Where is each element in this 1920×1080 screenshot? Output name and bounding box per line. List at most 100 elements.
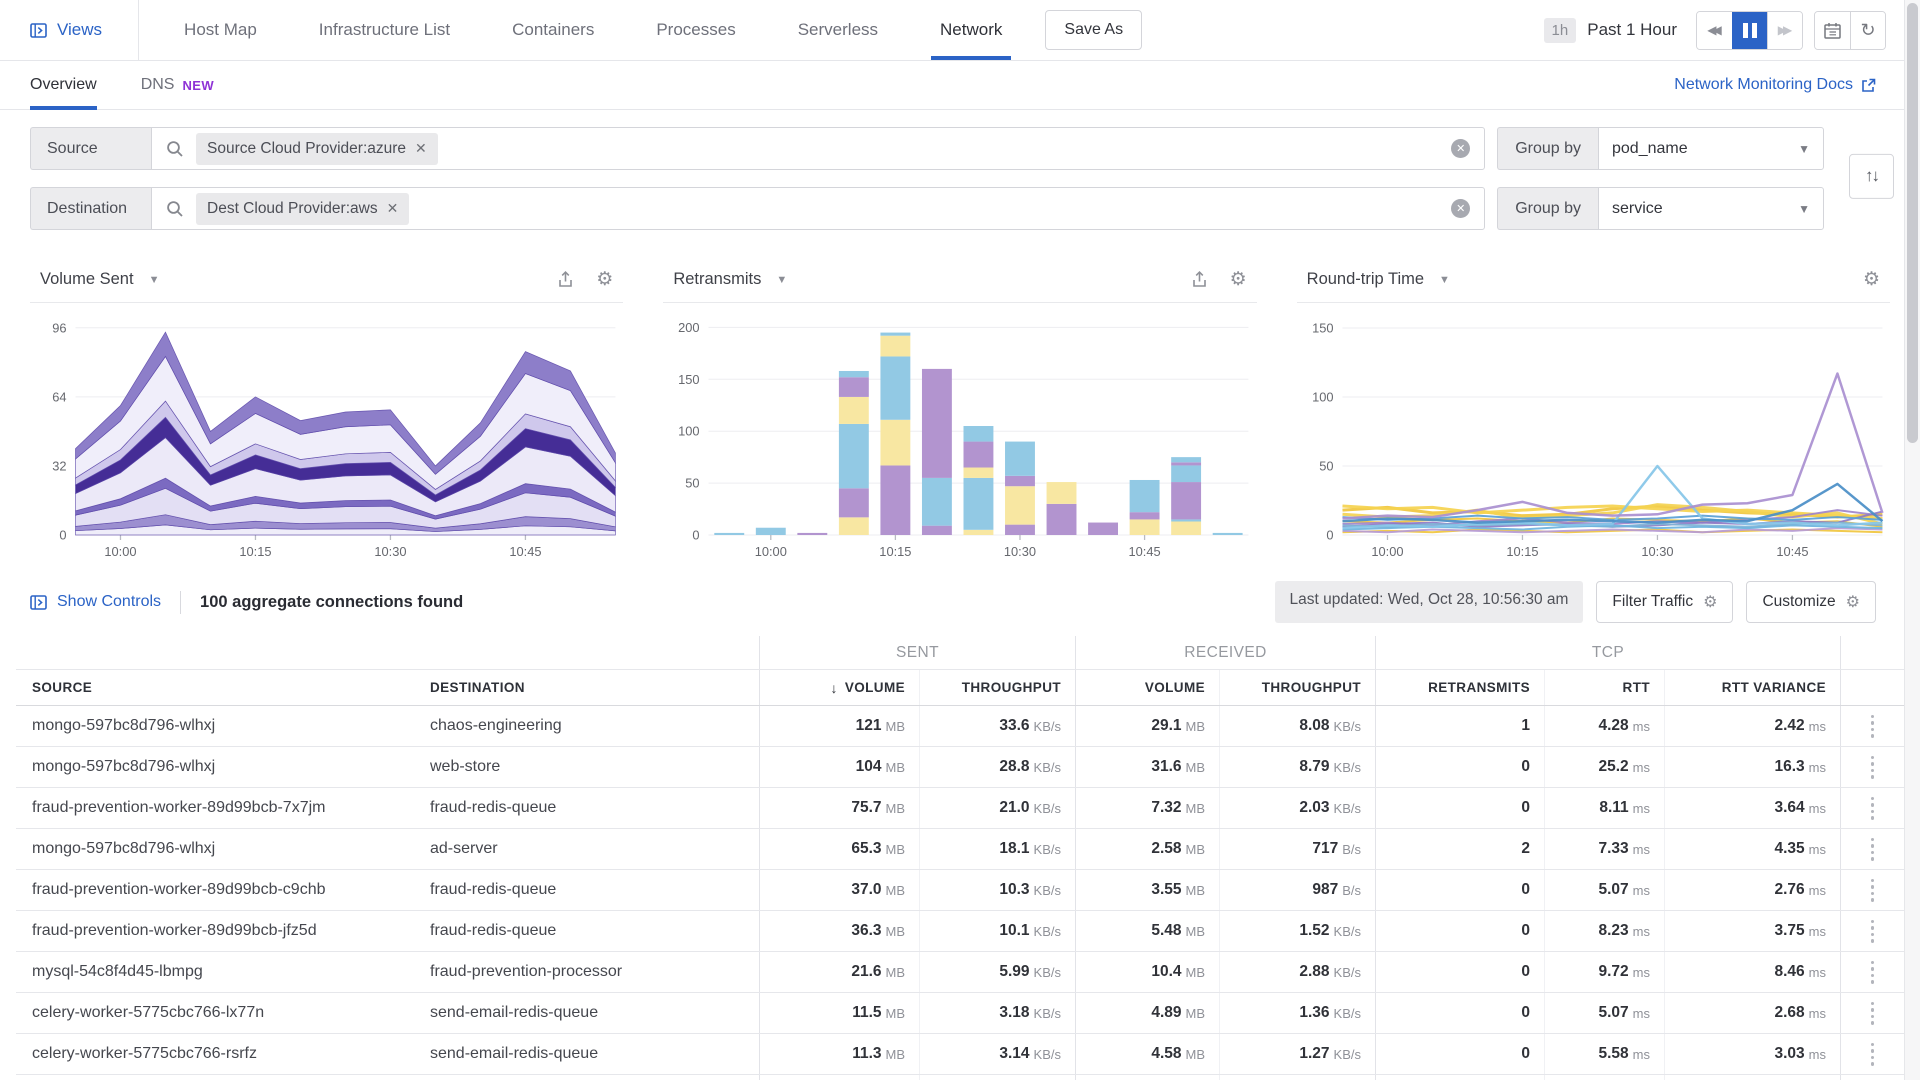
- destination-filter-tag[interactable]: Dest Cloud Provider:aws✕: [196, 193, 409, 225]
- nav-tab-serverless[interactable]: Serverless: [767, 0, 909, 60]
- clear-destination-input-icon[interactable]: ✕: [1451, 199, 1470, 218]
- cell: [16, 1075, 414, 1080]
- table-row[interactable]: fraud-prevention-worker-89d99bcb-7x7jmfr…: [16, 788, 1904, 829]
- chevron-down-icon[interactable]: ▼: [1439, 274, 1450, 286]
- source-filter-tag[interactable]: Source Cloud Provider:azure✕: [196, 133, 438, 165]
- cell-received-throughput: 1.52KB/s: [1219, 911, 1375, 951]
- tab-overview[interactable]: Overview: [30, 61, 97, 109]
- customize-button[interactable]: Customize ⚙: [1746, 581, 1876, 623]
- cell-destination: fraud-redis-queue: [414, 911, 759, 951]
- cell-rtt-variance: 4.35ms: [1664, 829, 1840, 869]
- row-menu-button[interactable]: [1840, 911, 1904, 951]
- cell-received-volume: 2.58MB: [1075, 829, 1219, 869]
- column-header-rtt-variance[interactable]: RTT VARIANCE: [1664, 670, 1840, 705]
- calendar-button[interactable]: [1815, 12, 1850, 49]
- table-row[interactable]: fraud-prevention-worker-89d99bcb-c9chbfr…: [16, 870, 1904, 911]
- cell-source: celery-worker-5775cbc766-lx77n: [16, 993, 414, 1033]
- row-menu-button[interactable]: [1840, 706, 1904, 746]
- row-menu-button[interactable]: [1840, 1034, 1904, 1074]
- chevron-down-icon[interactable]: ▼: [776, 274, 787, 286]
- round-trip-time-chart[interactable]: 05010015010:0010:1510:3010:45: [1297, 303, 1890, 565]
- pause-button[interactable]: [1732, 12, 1767, 49]
- sub-tabs: Overview DNS NEW Network Monitoring Docs: [0, 61, 1920, 110]
- table-row[interactable]: mongo-597bc8d796-wlhxjad-server65.3MB18.…: [16, 829, 1904, 870]
- cell-source: mongo-597bc8d796-wlhxj: [16, 747, 414, 787]
- nav-tab-infrastructure-list[interactable]: Infrastructure List: [288, 0, 481, 60]
- cell-sent-throughput: 10.1KB/s: [919, 911, 1075, 951]
- gear-icon[interactable]: ⚙: [596, 268, 613, 291]
- column-header-retransmits[interactable]: RETRANSMITS: [1375, 670, 1544, 705]
- chart-title-dropdown[interactable]: Volume Sent: [40, 270, 134, 289]
- calendar-refresh-group: ↻: [1814, 11, 1886, 50]
- chart-header: Round-trip Time ▼ ⚙: [1297, 257, 1890, 303]
- filter-traffic-button[interactable]: Filter Traffic ⚙: [1596, 581, 1733, 623]
- docs-link-label: Network Monitoring Docs: [1674, 76, 1853, 94]
- cell-rtt-variance: 3.03ms: [1664, 1034, 1840, 1074]
- fast-forward-button[interactable]: ▶▶: [1767, 12, 1802, 49]
- nav-tab-network[interactable]: Network: [909, 0, 1033, 60]
- cell-sent-volume: 11.3MB: [759, 1034, 919, 1074]
- column-group-tcp: TCP: [1375, 636, 1840, 669]
- chart-title-dropdown[interactable]: Round-trip Time: [1307, 270, 1424, 289]
- destination-search-input[interactable]: Dest Cloud Provider:aws✕ ✕: [151, 187, 1485, 230]
- row-menu-button[interactable]: [1840, 993, 1904, 1033]
- column-header-throughput[interactable]: THROUGHPUT: [919, 670, 1075, 705]
- volume-sent-chart[interactable]: 032649610:0010:1510:3010:45: [30, 303, 623, 565]
- column-header-volume[interactable]: ↓VOLUME: [759, 670, 919, 705]
- cell-received-throughput: 1.36KB/s: [1219, 993, 1375, 1033]
- table-row[interactable]: mongo-597bc8d796-wlhxjchaos-engineering1…: [16, 706, 1904, 747]
- time-range-label[interactable]: Past 1 Hour: [1587, 20, 1677, 40]
- cell-sent-volume: 11.5MB: [759, 993, 919, 1033]
- scrollbar-thumb[interactable]: [1907, 3, 1918, 443]
- gear-icon[interactable]: ⚙: [1230, 268, 1247, 291]
- row-menu-button[interactable]: [1840, 870, 1904, 910]
- destination-groupby-select[interactable]: service ▼: [1598, 187, 1824, 230]
- pause-icon: [1743, 23, 1757, 38]
- vertical-scrollbar[interactable]: [1904, 0, 1920, 1080]
- remove-tag-icon[interactable]: ✕: [415, 140, 427, 157]
- svg-text:100: 100: [1312, 389, 1333, 404]
- show-controls-button[interactable]: Show Controls: [30, 593, 161, 611]
- save-as-button[interactable]: Save As: [1045, 10, 1142, 50]
- table-controls-row: Show Controls 100 aggregate connections …: [0, 565, 1920, 636]
- table-row[interactable]: fraud-prevention-worker-89d99bcb-jfz5dfr…: [16, 911, 1904, 952]
- nav-tabs: Host MapInfrastructure ListContainersPro…: [153, 0, 1033, 60]
- column-header-throughput-received[interactable]: THROUGHPUT: [1219, 670, 1375, 705]
- row-menu-button[interactable]: [1840, 788, 1904, 828]
- views-button[interactable]: Views: [0, 0, 139, 60]
- nav-tab-host-map[interactable]: Host Map: [153, 0, 288, 60]
- gear-icon[interactable]: ⚙: [1863, 268, 1880, 291]
- source-search-input[interactable]: Source Cloud Provider:azure✕ ✕: [151, 127, 1485, 170]
- swap-source-destination-button[interactable]: ↑↓: [1849, 153, 1894, 198]
- column-header-source[interactable]: SOURCE: [16, 670, 414, 705]
- row-menu-button[interactable]: [1840, 952, 1904, 992]
- table-row[interactable]: mysql-54c8f4d45-lbmpgfraud-prevention-pr…: [16, 952, 1904, 993]
- nav-tab-containers[interactable]: Containers: [481, 0, 625, 60]
- rewind-button[interactable]: ◀◀: [1697, 12, 1732, 49]
- docs-link[interactable]: Network Monitoring Docs: [1674, 76, 1876, 94]
- row-menu-button[interactable]: [1840, 747, 1904, 787]
- chart-header: Retransmits ▼ ⚙: [663, 257, 1256, 303]
- cell-received-throughput: 717B/s: [1219, 829, 1375, 869]
- cell-destination: chaos-engineering: [414, 706, 759, 746]
- column-header-volume-received[interactable]: VOLUME: [1075, 670, 1219, 705]
- column-header-destination[interactable]: DESTINATION: [414, 670, 759, 705]
- export-icon[interactable]: [556, 270, 575, 289]
- table-row[interactable]: celery-worker-5775cbc766-rsrfzsend-email…: [16, 1034, 1904, 1075]
- refresh-button[interactable]: ↻: [1850, 12, 1885, 49]
- chevron-down-icon[interactable]: ▼: [149, 274, 160, 286]
- nav-tab-processes[interactable]: Processes: [625, 0, 766, 60]
- export-icon[interactable]: [1190, 270, 1209, 289]
- source-groupby-select[interactable]: pod_name ▼: [1598, 127, 1824, 170]
- retransmits-chart[interactable]: 05010015020010:0010:1510:3010:45: [663, 303, 1256, 565]
- connections-found-count: 100 aggregate connections found: [200, 593, 463, 612]
- clear-source-input-icon[interactable]: ✕: [1451, 139, 1470, 158]
- column-header-rtt[interactable]: RTT: [1544, 670, 1664, 705]
- table-row[interactable]: mongo-597bc8d796-wlhxjweb-store104MB28.8…: [16, 747, 1904, 788]
- cell-sent-throughput: 10.3KB/s: [919, 870, 1075, 910]
- tab-dns[interactable]: DNS NEW: [141, 61, 214, 109]
- chart-title-dropdown[interactable]: Retransmits: [673, 270, 761, 289]
- row-menu-button[interactable]: [1840, 829, 1904, 869]
- remove-tag-icon[interactable]: ✕: [387, 200, 399, 217]
- table-row[interactable]: celery-worker-5775cbc766-lx77nsend-email…: [16, 993, 1904, 1034]
